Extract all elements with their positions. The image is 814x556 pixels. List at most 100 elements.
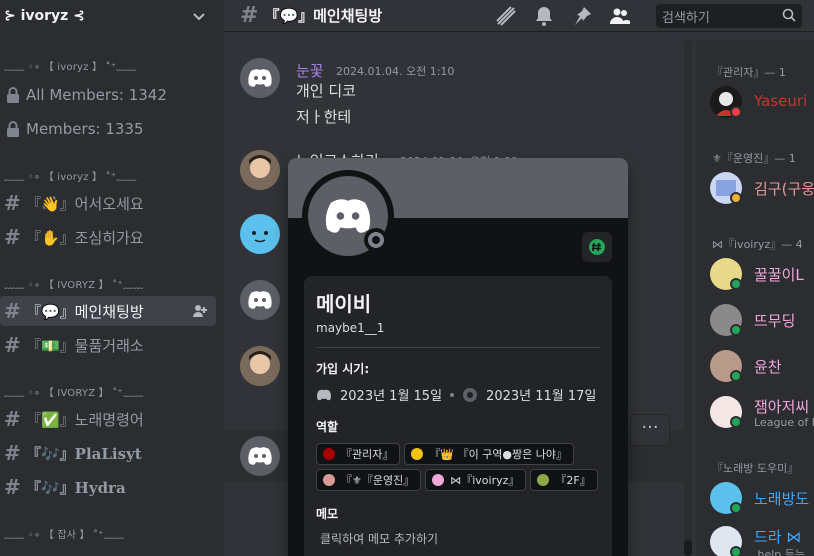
online-status-icon <box>730 416 742 428</box>
member-item[interactable]: 드라 ⋈ .help 듣는 <box>710 524 814 556</box>
discord-join-date: 2023년 1월 15일 <box>340 389 443 404</box>
member-item[interactable]: 윤찬 <box>710 348 814 388</box>
channel-label: Members: 1335 <box>26 120 144 138</box>
avatar[interactable] <box>240 280 280 320</box>
server-join-date: 2023년 11월 17일 <box>486 389 597 404</box>
pin-icon[interactable] <box>570 4 594 28</box>
role-name: 『👑 『이 구역●짱은 나야』 <box>429 448 567 461</box>
role-group-header: ⋈『ivoiryz』— 4 <box>712 238 803 251</box>
lock-icon <box>7 121 19 137</box>
category-header[interactable]: ﹏﹏ ◦∘ 【 IVORYZ 】 ˚⁺﹏﹏ <box>4 276 143 291</box>
memo-input[interactable]: 클릭하여 메모 추가하기 <box>320 530 600 547</box>
member-name: 뜨무딩 <box>754 312 796 330</box>
hash-icon: # <box>4 407 21 431</box>
role-tag[interactable]: 『⚜『운영진』 <box>316 469 422 491</box>
hash-icon: # <box>4 333 21 357</box>
message-timestamp: 2024.01.04. 오전 1:10 <box>336 65 455 78</box>
dnd-status-icon <box>730 106 742 118</box>
smiley-icon <box>252 231 268 243</box>
scrollbar[interactable] <box>684 40 692 556</box>
search-placeholder: 검색하기 <box>662 11 710 26</box>
member-item[interactable]: 노래방도 <box>710 480 814 520</box>
bell-icon[interactable] <box>532 4 556 28</box>
member-activity: .help 듣는 <box>754 548 806 556</box>
message-text: 저ㅏ한테 <box>296 108 352 126</box>
member-item[interactable]: 꿀꿀이L <box>710 256 814 296</box>
threads-icon[interactable] <box>494 4 518 28</box>
sidebar-item-welcome[interactable]: # 『👋』어서오세요 <box>0 188 216 218</box>
idle-status-icon <box>730 192 742 204</box>
memo-label: 메모 <box>316 507 339 521</box>
avatar[interactable] <box>240 436 280 476</box>
joined-label: 가입 시기: <box>316 362 370 376</box>
avatar[interactable] <box>240 150 280 190</box>
offline-status-icon <box>364 228 388 252</box>
channel-label: 『✋』조심히가요 <box>26 228 144 247</box>
role-group-header: 『관리자』— 1 <box>712 66 786 79</box>
search-input[interactable]: 검색하기 <box>656 4 802 28</box>
role-tag[interactable]: 『👑 『이 구역●짱은 나야』 <box>404 443 574 465</box>
category-header[interactable]: ﹏﹏ ◦∘ 【 ivoryz 】 ˚⁺﹏﹏ <box>4 58 137 73</box>
member-item[interactable]: 김구(구웅 <box>710 170 814 210</box>
divider <box>316 347 600 348</box>
avatar[interactable] <box>240 214 280 254</box>
role-name: ⋈『ivoiryz』 <box>450 474 520 487</box>
sidebar-item-hydra[interactable]: # 『🎶』Hydra <box>0 472 216 502</box>
separator-dot <box>450 392 455 397</box>
discord-logo-icon <box>248 447 272 465</box>
sidebar-item-music-commands[interactable]: # 『✅』노래명령어 <box>0 404 216 434</box>
role-tag[interactable]: 『관리자』 <box>316 443 401 465</box>
member-item[interactable]: Yaseuri <box>710 84 814 124</box>
role-name: 『2F』 <box>555 474 591 487</box>
member-item[interactable]: 뜨무딩 <box>710 302 814 342</box>
server-icon <box>463 387 478 402</box>
hashtag-icon <box>589 239 605 255</box>
online-status-icon <box>730 370 742 382</box>
channel-label: 『💬』메인채팅방 <box>26 302 144 321</box>
sidebar-item-playlist[interactable]: # 『🎶』PlaLisyt <box>0 438 216 468</box>
hash-icon: # <box>4 225 21 249</box>
stat-channel-all-members[interactable]: All Members: 1342 <box>0 80 216 110</box>
avatar[interactable] <box>240 58 280 98</box>
role-color-dot <box>537 474 550 486</box>
member-name: 노래방도 <box>754 490 810 508</box>
category-header[interactable]: ﹏﹏ ◦∘ 【 잡사 】 ˚⁺﹏﹏ <box>4 526 124 541</box>
sidebar-item-market[interactable]: # 『💵』물품거래소 <box>0 330 216 360</box>
avatar[interactable] <box>240 346 280 386</box>
server-header[interactable]: ⊱ ivoryz ⊰ <box>0 0 224 32</box>
channel-label: All Members: 1342 <box>26 86 167 104</box>
category-header[interactable]: ﹏﹏ ◦∘ 【 ivoryz 】 ˚⁺﹏﹏ <box>4 168 137 183</box>
add-member-icon[interactable] <box>192 303 208 319</box>
role-list: 『관리자』 『👑 『이 구역●짱은 나야』 『⚜『운영진』 ⋈『ivoiryz』… <box>316 443 606 491</box>
join-dates: 2023년 1월 15일 2023년 11월 17일 <box>316 385 600 404</box>
online-status-icon <box>730 546 742 556</box>
role-tag[interactable]: 『2F』 <box>530 469 598 491</box>
online-status-icon <box>730 324 742 336</box>
role-name: 『⚜『운영진』 <box>341 474 415 487</box>
member-item[interactable]: 잼아저씨 League of L <box>710 394 814 434</box>
message-author[interactable]: 눈꽃 <box>296 60 324 81</box>
member-list-icon[interactable] <box>608 4 632 28</box>
member-activity: League of L <box>754 416 814 429</box>
hash-icon: # <box>4 191 21 215</box>
member-name: 윤찬 <box>754 358 782 376</box>
channel-label: 『🎶』PlaLisyt <box>26 444 142 463</box>
message-more-button[interactable]: ··· <box>630 414 670 446</box>
scroll-thumb[interactable] <box>684 540 692 556</box>
channel-label: 『💵』물품거래소 <box>26 336 144 355</box>
profile-card: 메이비 maybe1__1 가입 시기: 2023년 1월 15일 2023년 … <box>304 276 612 556</box>
sidebar-item-goodbye[interactable]: # 『✋』조심히가요 <box>0 222 216 252</box>
stat-channel-members[interactable]: Members: 1335 <box>0 114 216 144</box>
member-list: 『관리자』— 1 Yaseuri ⚜『운영진』— 1 김구(구웅 ⋈『ivoir… <box>696 40 814 556</box>
channel-label: 『👋』어서오세요 <box>26 194 144 213</box>
hashtag-badge[interactable] <box>582 232 612 262</box>
hash-icon: # <box>240 3 259 28</box>
channel-header: # 『💬』메인채팅방 검색하기 <box>224 0 814 32</box>
category-header[interactable]: ﹏﹏ ◦∘ 【 IVORYZ 】 ˚⁺﹏﹏ <box>4 384 143 399</box>
role-tag[interactable]: ⋈『ivoiryz』 <box>425 469 527 491</box>
profile-popout: 메이비 maybe1__1 가입 시기: 2023년 1월 15일 2023년 … <box>288 158 628 556</box>
role-color-dot <box>323 474 335 486</box>
profile-display-name: 메이비 <box>316 292 372 316</box>
hash-icon: # <box>4 475 21 499</box>
sidebar-item-main-chat[interactable]: # 『💬』메인채팅방 <box>0 296 216 326</box>
